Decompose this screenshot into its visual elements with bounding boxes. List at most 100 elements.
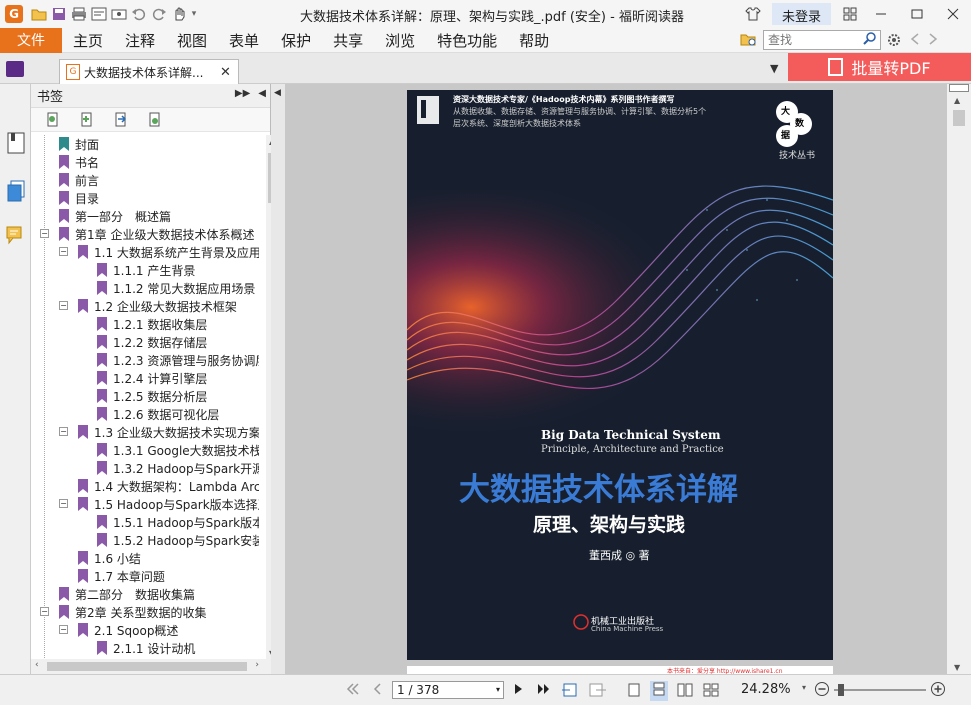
expand-bookmark-icon[interactable] <box>45 112 61 128</box>
bookmark-item[interactable]: 1.1.2 常见大数据应用场景 <box>97 279 255 297</box>
maximize-button[interactable] <box>899 0 935 28</box>
next-page-icon[interactable] <box>514 683 524 699</box>
login-button[interactable]: 未登录 <box>771 3 831 25</box>
zoom-out-icon[interactable] <box>814 681 830 701</box>
redo-icon[interactable] <box>149 4 169 24</box>
collapse-toggle-icon[interactable]: − <box>59 427 68 436</box>
comments-panel-icon[interactable] <box>6 224 26 246</box>
bookmark-item[interactable]: 1.3 企业级大数据技术实现方案 <box>78 423 259 441</box>
bookmark-item[interactable]: 1.2 企业级大数据技术框架 <box>78 297 237 315</box>
search-box[interactable] <box>763 30 881 50</box>
scroll-down-icon[interactable]: ▼ <box>954 663 960 672</box>
bookmark-item[interactable]: 1.2.1 数据收集层 <box>97 315 207 333</box>
scroll-up-icon[interactable]: ▲ <box>954 96 960 105</box>
next-result-icon[interactable] <box>928 32 938 51</box>
bookmark-item[interactable]: 第2章 关系型数据的收集 <box>59 603 206 621</box>
collapse-toggle-icon[interactable]: − <box>59 625 68 634</box>
open-icon[interactable] <box>29 4 49 24</box>
menu-form[interactable]: 表单 <box>218 30 270 51</box>
bookmark-item[interactable]: 1.2.5 数据分析层 <box>97 387 207 405</box>
continuous-page-icon[interactable] <box>650 681 668 701</box>
bookmark-item[interactable]: 1.5.1 Hadoop与Spark版本选 <box>97 513 259 531</box>
bookmark-item[interactable]: 1.5.2 Hadoop与Spark安装部 <box>97 531 259 549</box>
page-dropdown-icon[interactable]: ▾ <box>496 682 500 698</box>
minimize-button[interactable] <box>863 0 899 28</box>
bookmark-item[interactable]: 1.2.4 计算引擎层 <box>97 369 207 387</box>
close-panel-icon[interactable]: ◀ <box>258 88 266 99</box>
bookmark-item[interactable]: 1.5 Hadoop与Spark版本选择及安 <box>78 495 259 513</box>
bookmark-item[interactable]: 1.2.6 数据可视化层 <box>97 405 219 423</box>
scan-icon[interactable] <box>109 4 129 24</box>
zoom-slider-thumb[interactable] <box>838 684 844 696</box>
last-page-icon[interactable] <box>537 683 551 699</box>
properties-icon[interactable] <box>89 4 109 24</box>
facing-page-icon[interactable] <box>677 683 693 701</box>
previous-page-icon[interactable] <box>372 683 382 699</box>
bookmark-item[interactable]: 1.3.2 Hadoop与Spark开源大 <box>97 459 259 477</box>
menu-features[interactable]: 特色功能 <box>426 30 508 51</box>
close-tab-icon[interactable]: ✕ <box>220 65 231 80</box>
menu-view[interactable]: 视图 <box>166 30 218 51</box>
bookmark-item[interactable]: 1.7 本章问题 <box>78 567 165 585</box>
bookmark-panel-icon[interactable] <box>6 132 26 154</box>
split-view-handle[interactable] <box>949 84 969 92</box>
collapse-toggle-icon[interactable]: − <box>59 301 68 310</box>
bookmark-item[interactable]: 目录 <box>59 189 99 207</box>
previous-view-icon[interactable] <box>562 683 580 701</box>
document-view[interactable]: 资深大数据技术专家/《Hadoop技术内幕》系列图书作者撰写 从数据收集、数据存… <box>285 84 947 674</box>
delete-bookmark-icon[interactable] <box>147 112 163 128</box>
menu-browse[interactable]: 浏览 <box>374 30 426 51</box>
batch-convert-pdf-button[interactable]: 批量转PDF <box>788 53 971 81</box>
start-page-icon[interactable] <box>6 61 24 77</box>
bookmark-item[interactable]: 1.1 大数据系统产生背景及应用场 <box>78 243 259 261</box>
page-number-input[interactable]: 1 / 378 ▾ <box>392 681 504 699</box>
document-tab[interactable]: G 大数据技术体系详解... ✕ <box>59 59 239 84</box>
menu-help[interactable]: 帮助 <box>508 30 560 51</box>
add-bookmark-icon[interactable] <box>79 112 95 128</box>
bookmark-item[interactable]: 第一部分 概述篇 <box>59 207 171 225</box>
zoom-slider-track[interactable] <box>834 689 926 691</box>
search-icon[interactable] <box>860 32 878 48</box>
search-input[interactable] <box>764 33 860 47</box>
collapse-toggle-icon[interactable]: − <box>59 499 68 508</box>
bookmark-item[interactable]: 书名 <box>59 153 99 171</box>
bookmarks-hscroll-thumb[interactable] <box>47 662 247 671</box>
bookmark-item[interactable]: 1.6 小结 <box>78 549 141 567</box>
app-logo-icon[interactable]: G <box>5 5 23 23</box>
tab-list-dropdown-icon[interactable]: ▼ <box>770 62 778 75</box>
collapse-toggle-icon[interactable]: − <box>59 247 68 256</box>
panel-splitter[interactable]: ◀ <box>271 84 285 674</box>
print-icon[interactable] <box>69 4 89 24</box>
document-scroll-thumb[interactable] <box>953 110 965 126</box>
bookmark-item[interactable]: 1.4 大数据架构：Lambda Archit <box>78 477 259 495</box>
first-page-icon[interactable] <box>346 683 360 699</box>
bookmark-item[interactable]: 2.1.1 设计动机 <box>97 639 195 657</box>
bookmark-item[interactable]: 第1章 企业级大数据技术体系概述 <box>59 225 254 243</box>
menu-home[interactable]: 主页 <box>62 30 114 51</box>
menu-protect[interactable]: 保护 <box>270 30 322 51</box>
collapse-panel-icon[interactable]: ▶▶ <box>235 88 250 99</box>
bookmark-item[interactable]: 1.1.1 产生背景 <box>97 261 195 279</box>
bookmark-item[interactable]: 1.2.3 资源管理与服务协调层 <box>97 351 259 369</box>
find-folder-icon[interactable] <box>740 32 760 50</box>
menu-share[interactable]: 共享 <box>322 30 374 51</box>
undo-icon[interactable] <box>129 4 149 24</box>
save-icon[interactable] <box>49 4 69 24</box>
bookmark-item[interactable]: 第二部分 数据收集篇 <box>59 585 195 603</box>
move-bookmark-icon[interactable] <box>113 112 129 128</box>
zoom-level[interactable]: 24.28% <box>741 682 791 697</box>
menu-comment[interactable]: 注释 <box>114 30 166 51</box>
bookmark-item[interactable]: 1.2.2 数据存储层 <box>97 333 207 351</box>
single-page-icon[interactable] <box>628 683 640 701</box>
bookmark-item[interactable]: 前言 <box>59 171 99 189</box>
zoom-dropdown-icon[interactable]: ▾ <box>802 683 806 692</box>
page-thumbnails-icon[interactable] <box>6 180 26 202</box>
customize-dropdown-icon[interactable]: ▾ <box>189 4 199 24</box>
collapse-toggle-icon[interactable]: − <box>40 607 49 616</box>
document-vertical-scrollbar[interactable]: ▲ ▼ <box>947 84 971 674</box>
collapse-sidebar-icon[interactable]: ◀ <box>274 88 281 98</box>
hand-tool-icon[interactable] <box>169 4 189 24</box>
gear-icon[interactable] <box>886 32 902 51</box>
bookmark-item[interactable]: 1.3.1 Google大数据技术栈 <box>97 441 259 459</box>
bookmark-item[interactable]: 封面 <box>59 135 99 153</box>
